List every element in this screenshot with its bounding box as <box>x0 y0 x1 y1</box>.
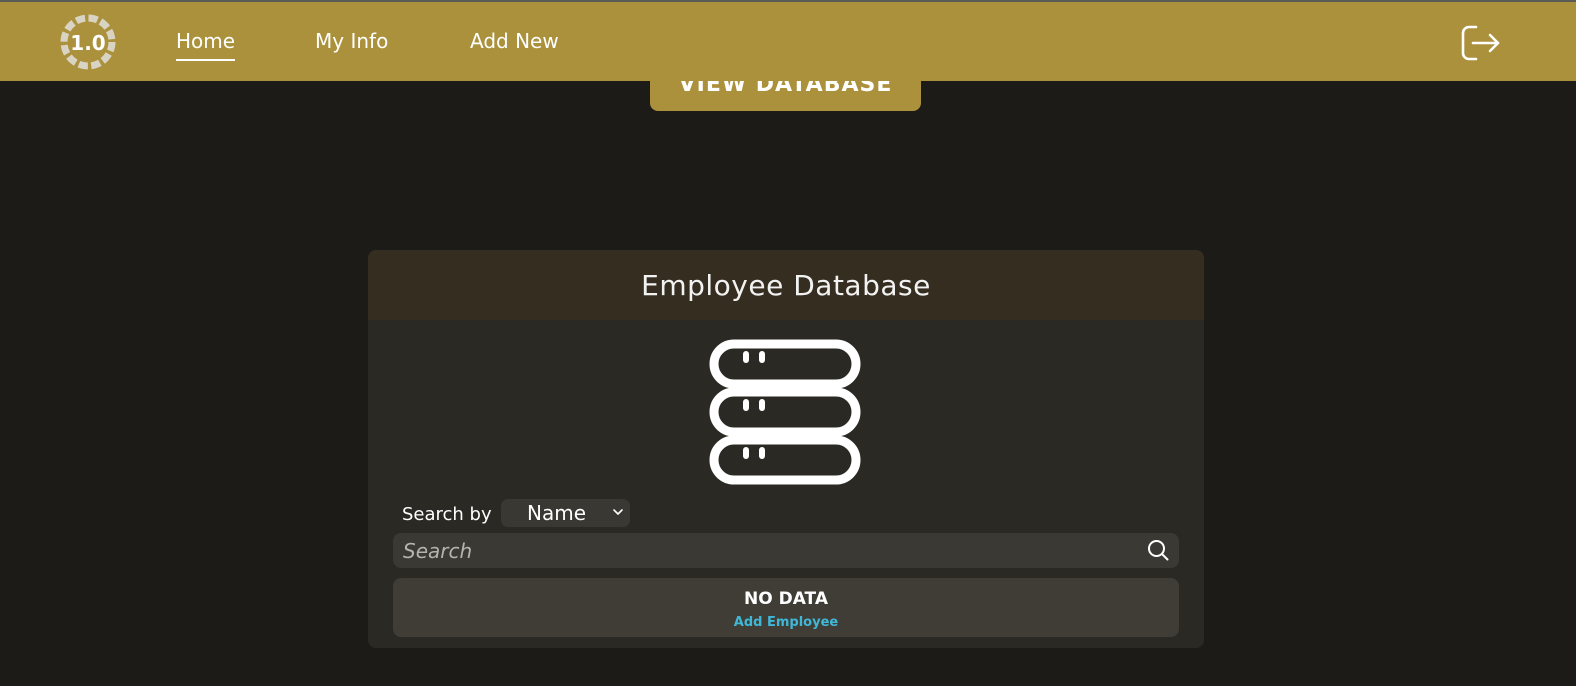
search-by-label: Search by <box>402 504 492 525</box>
navbar: 1.0 Home My Info Add New <box>0 2 1576 81</box>
nav-home[interactable]: Home <box>176 29 236 61</box>
search-by-value: Name <box>527 501 587 525</box>
logo-text: 1.0 <box>70 31 105 55</box>
empty-state-title: NO DATA <box>744 589 828 609</box>
search-by-select[interactable]: Name <box>501 499 630 527</box>
card-header: Employee Database <box>368 250 1204 320</box>
empty-state: NO DATA Add Employee <box>393 578 1179 637</box>
employee-database-card: Employee Database Search by Name Search … <box>368 250 1204 648</box>
card-title: Employee Database <box>641 268 931 302</box>
nav-my-info[interactable]: My Info <box>315 29 388 53</box>
nav-add-new[interactable]: Add New <box>470 29 559 53</box>
add-employee-link[interactable]: Add Employee <box>393 615 1179 630</box>
chevron-down-icon <box>613 509 623 515</box>
search-bar <box>393 533 1179 568</box>
search-icon[interactable] <box>1147 539 1169 561</box>
logo-icon[interactable]: 1.0 <box>58 12 118 72</box>
logout-icon[interactable] <box>1460 23 1502 63</box>
search-input[interactable] <box>393 533 1133 568</box>
database-icon <box>709 339 861 485</box>
